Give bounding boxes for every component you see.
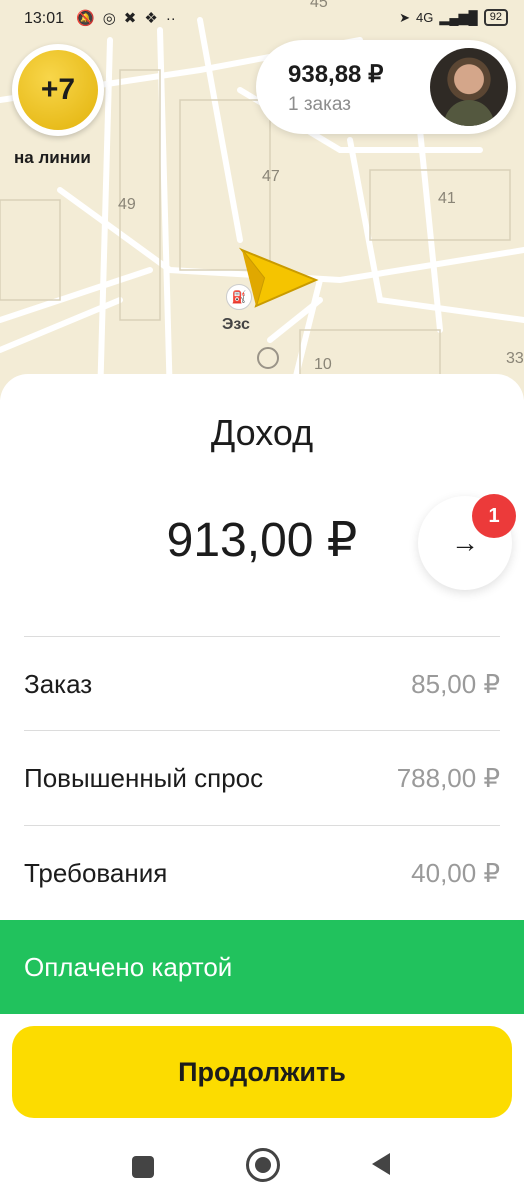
notification-icons: 🔕 ◎ ✖ ❖ ·· (76, 9, 176, 28)
whatsapp-icon: ◎ (102, 10, 116, 27)
income-row: Требования 40,00 ₽ (24, 825, 500, 920)
payment-status-text: Оплачено картой (24, 952, 233, 982)
more-icon: ·· (165, 9, 176, 27)
chat-icon: ❖ (144, 10, 158, 27)
rank-value: +7 (18, 50, 98, 130)
payment-status-banner: Оплачено картой (0, 920, 524, 1014)
mute-icon: 🔕 (76, 10, 95, 27)
orders-count: 1 заказ (288, 94, 351, 115)
station-label: Эзс (222, 316, 250, 333)
status-time: 13:01 (24, 10, 65, 27)
map-label: 33 (506, 350, 524, 367)
map-label: 47 (262, 168, 280, 185)
rank-button[interactable]: +7 (12, 44, 104, 136)
location-icon: ➤ (399, 9, 410, 25)
battery-icon: 92 (483, 9, 508, 26)
app-icon: ✖ (123, 10, 137, 27)
row-value: 85,00 ₽ (411, 669, 500, 699)
row-value: 40,00 ₽ (411, 858, 500, 888)
rank-label: на линии (14, 148, 91, 167)
network-label: 4G (415, 10, 434, 25)
row-label: Требования (24, 858, 168, 888)
row-value: 788,00 ₽ (396, 763, 500, 793)
avatar-shirt (444, 100, 494, 126)
map-label: 49 (118, 196, 136, 213)
signal-icon: ▂▄▆█ (439, 9, 478, 25)
row-label: Заказ (24, 669, 93, 699)
map-label: 10 (314, 356, 332, 373)
continue-button[interactable]: Продолжить (12, 1026, 512, 1118)
fuel-station-icon[interactable]: ⛽ (226, 284, 252, 310)
square-icon[interactable] (132, 1156, 154, 1178)
map-label: 41 (438, 190, 456, 207)
avatar[interactable] (430, 48, 508, 126)
balance-amount: 938,88 ₽ (288, 61, 384, 88)
row-label: Повышенный спрос (24, 763, 264, 793)
balance-pill[interactable]: 938,88 ₽ 1 заказ (256, 40, 516, 134)
notification-badge: 1 (472, 494, 516, 538)
system-icons: ➤ 4G ▂▄▆█ 92 (399, 9, 508, 26)
home-circle-icon[interactable] (246, 1148, 280, 1182)
income-row: Повышенный спрос 788,00 ₽ (24, 730, 500, 825)
arrow-right-icon: → (451, 527, 479, 558)
income-row: Заказ 85,00 ₽ (24, 636, 500, 731)
back-triangle-icon[interactable] (370, 1151, 392, 1177)
sheet-title: Доход (210, 412, 314, 453)
status-bar: 13:01 🔕 ◎ ✖ ❖ ·· ➤ 4G ▂▄▆█ 92 (0, 0, 524, 36)
